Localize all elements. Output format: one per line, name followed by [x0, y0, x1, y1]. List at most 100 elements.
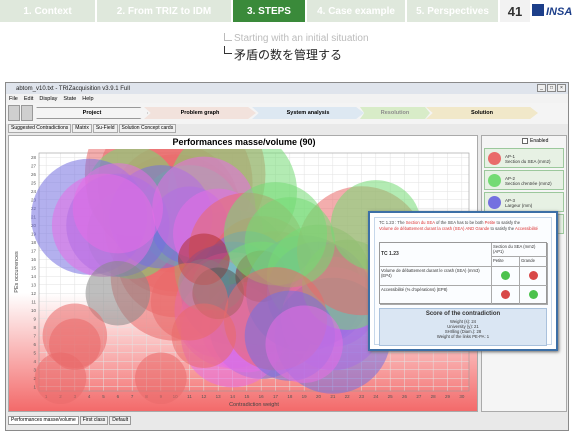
x-tick-label: 22: [345, 394, 351, 399]
bubble-point: [135, 352, 187, 405]
menu-display[interactable]: Display: [39, 96, 57, 102]
step-steps[interactable]: 3. STEPS: [233, 0, 307, 22]
phase-resolution[interactable]: Resolution: [360, 107, 430, 119]
unsatisfied-icon: [529, 271, 538, 280]
x-tick-label: 13: [216, 394, 222, 399]
table-grande-header: Grande: [520, 257, 548, 267]
contradiction-tooltip: TC 1.23 : The Section du SEA of the SEA …: [368, 211, 558, 351]
menu-help[interactable]: Help: [82, 96, 93, 102]
contradiction-table: TC 1.23 Section du SEA (mm2) (AP1) Petit…: [379, 242, 548, 305]
x-tick-label: 21: [330, 394, 336, 399]
svg-text:INSA: INSA: [546, 6, 572, 18]
x-tick-label: 19: [302, 394, 308, 399]
x-tick-label: 26: [402, 394, 408, 399]
legend-item-ap2[interactable]: AP-2 Section d'entrée (mm2): [484, 170, 564, 190]
phase-system-analysis[interactable]: System analysis: [252, 107, 364, 119]
window-titlebar: abtom_v10.txt - TRIZacquisition v3.9.1 F…: [6, 83, 568, 94]
score-title: Score of the contradiction: [425, 311, 501, 317]
table-petite-header: Petite: [492, 257, 520, 267]
subtitle-main: 矛盾の数を管理する: [234, 48, 343, 62]
x-tick-label: 17: [273, 394, 279, 399]
table-row-accessibility: Accessibilité (% d'opérations) (EP8): [380, 286, 492, 305]
phase-solution[interactable]: Solution: [426, 107, 538, 119]
x-tick-label: 14: [230, 394, 236, 399]
insa-logo-graphic: INSA: [532, 4, 572, 18]
legend-label: Section d'entrée (mm2): [505, 181, 552, 186]
y-tick-label: 17: [31, 248, 37, 253]
phase-toolbar: Project Problem graph System analysis Re…: [6, 103, 568, 124]
bubble-point: [72, 163, 163, 254]
bubble-point: [34, 352, 87, 405]
tab-default[interactable]: Default: [109, 416, 132, 425]
x-tick-label: 25: [388, 394, 394, 399]
bubble-point: [265, 305, 343, 383]
legend-item-ap1[interactable]: AP-1 Section du SEA (mm2): [484, 148, 564, 168]
phase-problem-graph[interactable]: Problem graph: [144, 107, 256, 119]
y-tick-label: 12: [31, 291, 37, 296]
back-button[interactable]: [8, 105, 20, 121]
y-axis-label: PEs occurrences: [14, 251, 20, 293]
x-tick-label: 30: [459, 394, 465, 399]
y-tick-label: 11: [31, 299, 36, 304]
legend-item-ap3[interactable]: AP-3 Largeur (mm): [484, 192, 564, 212]
page-number: 41: [500, 0, 530, 22]
tab-suggested-contradictions[interactable]: Suggested Contradictions: [8, 124, 72, 133]
x-tick-label: 20: [316, 394, 322, 399]
insa-logo: INSA: [532, 2, 572, 22]
tab-su-field[interactable]: Su-Field: [92, 124, 118, 133]
legend-circle-icon: [488, 174, 501, 187]
x-tick-label: 15: [244, 394, 250, 399]
window-title: abtom_v10.txt - TRIZacquisition v3.9.1 F…: [16, 85, 130, 92]
step-triz-to-idm[interactable]: 2. From TRIZ to IDM: [97, 0, 233, 22]
satisfied-icon: [529, 290, 538, 299]
y-tick-label: 15: [31, 265, 37, 270]
y-tick-label: 26: [31, 172, 37, 177]
y-tick-label: 10: [31, 308, 37, 313]
tool-tabs: Suggested Contradictions Matrix Su-Field…: [6, 124, 568, 133]
tab-first-class[interactable]: First class: [79, 416, 109, 425]
forward-button[interactable]: [21, 105, 33, 121]
subtitle-arrow-icon: [224, 46, 232, 54]
x-tick-label: 23: [359, 394, 365, 399]
tab-matrix[interactable]: Matrix: [72, 124, 92, 133]
enabled-toggle[interactable]: Enabled: [522, 138, 548, 144]
x-tick-label: 24: [373, 394, 379, 399]
legend-circle-icon: [488, 196, 501, 209]
y-tick-label: 14: [31, 274, 37, 279]
step-case-example[interactable]: 4. Case example: [307, 0, 407, 22]
x-tick-label: 16: [259, 394, 265, 399]
menu-bar: File Edit Display State Help: [6, 94, 568, 103]
y-tick-label: 27: [31, 163, 37, 168]
menu-file[interactable]: File: [9, 96, 18, 102]
minimize-icon[interactable]: _: [537, 84, 546, 92]
table-row-volume: Volume de débattement durant le crash (S…: [380, 267, 492, 286]
y-tick-label: 25: [31, 180, 37, 185]
tab-performances[interactable]: Performances masse/volume: [8, 416, 79, 425]
legend-label: Largeur (mm): [505, 203, 533, 208]
x-tick-label: 28: [431, 394, 437, 399]
menu-edit[interactable]: Edit: [24, 96, 33, 102]
chart-title: Performances masse/volume (90): [172, 137, 316, 147]
contradiction-statement: TC 1.23 : The Section du SEA of the SEA …: [379, 220, 539, 231]
y-tick-label: 24: [31, 189, 37, 194]
legend-circle-icon: [488, 152, 501, 165]
x-tick-label: 11: [187, 394, 192, 399]
bubble-point: [171, 303, 237, 368]
subtitle-arrow-icon: [224, 33, 232, 41]
contradiction-score: Score of the contradiction Weight (s): 2…: [379, 308, 547, 346]
tab-solution-cards[interactable]: Solution Concept cards: [118, 124, 177, 133]
unsatisfied-icon: [501, 290, 510, 299]
step-context[interactable]: 1. Context: [0, 0, 97, 22]
y-tick-label: 28: [31, 155, 37, 160]
enabled-label: Enabled: [530, 138, 549, 144]
maximize-icon[interactable]: □: [547, 84, 556, 92]
step-perspectives[interactable]: 5. Perspectives: [407, 0, 500, 22]
legend-label: Section du SEA (mm2): [505, 159, 551, 164]
menu-state[interactable]: State: [63, 96, 76, 102]
subtitle-faded: Starting with an initial situation: [234, 33, 369, 44]
enabled-checkbox[interactable]: [522, 138, 528, 144]
phase-project[interactable]: Project: [36, 107, 148, 119]
x-tick-label: 27: [416, 394, 422, 399]
close-icon[interactable]: ×: [557, 84, 566, 92]
x-tick-label: 18: [287, 394, 293, 399]
